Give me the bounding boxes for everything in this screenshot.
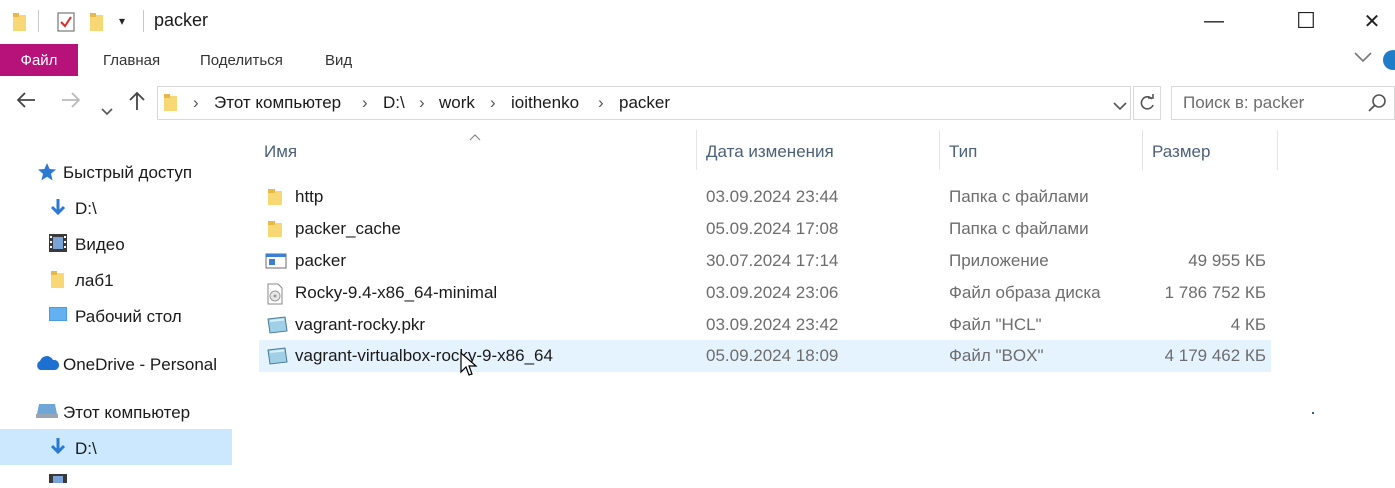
stray-pixel [1312,412,1314,414]
folder-icon [265,187,285,207]
breadcrumb-separator-icon[interactable]: › [419,93,425,113]
column-header-size[interactable]: Размер [1152,142,1210,162]
minimize-button[interactable]: — [1191,0,1237,42]
tab-view[interactable]: Вид [325,52,352,69]
sidebar-selection-highlight [0,429,232,465]
column-header-date[interactable]: Дата изменения [706,142,834,162]
title-bar: ▾ packer — ☐ ✕ [0,0,1395,44]
folder-icon [12,12,28,37]
file-name[interactable]: Rocky-9.4-x86_64-minimal [295,283,497,303]
breadcrumb-d-drive[interactable]: D:\ [383,93,405,113]
file-type: Папка с файлами [949,187,1089,206]
column-divider[interactable] [939,130,940,170]
column-header-name[interactable]: Имя [264,142,297,162]
column-divider[interactable] [1142,130,1143,170]
video-icon [48,233,68,258]
file-generic-icon [265,346,288,366]
file-name[interactable]: vagrant-rocky.pkr [295,315,425,335]
table-row[interactable]: Rocky-9.4-x86_64-minimal 03.09.2024 23:0… [259,277,1271,309]
sidebar-item-d-drive[interactable]: D:\ [75,199,97,219]
table-row[interactable]: packer 30.07.2024 17:14 Приложение 49 95… [259,245,1271,277]
breadcrumb-separator-icon[interactable]: › [598,93,604,113]
star-icon [37,162,57,187]
file-name[interactable]: vagrant-virtualbox-rocky-9-x86_64 [295,346,553,366]
file-type: Файл "BOX" [949,346,1044,365]
back-button[interactable] [15,90,37,116]
folder-icon [265,219,285,239]
application-icon [265,251,287,271]
breadcrumb-separator-icon[interactable]: › [193,93,199,113]
file-size: 4 КБ [1230,315,1266,334]
breadcrumb-ioithenko[interactable]: ioithenko [511,93,579,113]
close-button[interactable]: ✕ [1349,0,1395,42]
file-size: 1 786 752 КБ [1164,283,1266,302]
sort-ascending-icon [469,128,481,146]
table-row[interactable]: vagrant-virtualbox-rocky-9-x86_64 05.09.… [259,340,1271,372]
recent-locations-button[interactable] [101,96,113,122]
column-header-type[interactable]: Тип [949,142,977,162]
sidebar-item-video[interactable]: Видео [75,235,125,255]
expand-ribbon-icon[interactable] [1353,50,1373,69]
breadcrumb-packer[interactable]: packer [619,93,670,113]
desktop-icon [48,306,68,329]
refresh-button[interactable] [1133,86,1161,120]
up-button[interactable] [127,90,147,118]
file-type: Папка с файлами [949,219,1089,238]
properties-icon[interactable] [56,11,76,38]
sidebar-item-d-drive-selected[interactable]: D:\ [75,439,97,459]
sidebar-item-desktop[interactable]: Рабочий стол [75,307,182,327]
file-date: 03.09.2024 23:44 [706,187,839,206]
cloud-icon [34,355,60,376]
file-type: Приложение [949,251,1049,270]
file-type: Файл "HCL" [949,315,1042,334]
table-row[interactable]: packer_cache 05.09.2024 17:08 Папка с фа… [259,213,1271,245]
computer-icon [35,401,59,426]
file-size: 49 955 КБ [1188,251,1266,270]
breadcrumb-work[interactable]: work [439,93,475,113]
breadcrumb-this-pc[interactable]: Этот компьютер [214,93,341,113]
file-date: 05.09.2024 17:08 [706,219,839,238]
file-date: 05.09.2024 18:09 [706,346,839,365]
mouse-cursor-icon [460,351,478,383]
tab-file[interactable]: Файл [0,44,78,76]
folder-icon [163,92,179,117]
download-arrow-icon [49,437,67,462]
breadcrumb-separator-icon[interactable]: › [490,93,496,113]
file-name[interactable]: packer [295,251,346,271]
file-date: 03.09.2024 23:06 [706,283,839,302]
customize-qat-icon[interactable]: ▾ [119,14,125,28]
file-date: 03.09.2024 23:42 [706,315,839,334]
download-arrow-icon [49,198,67,223]
sidebar-item-this-pc[interactable]: Этот компьютер [63,403,190,423]
file-date: 30.07.2024 17:14 [706,251,839,270]
new-folder-icon[interactable] [88,11,106,38]
address-history-icon[interactable] [1113,98,1127,116]
forward-button[interactable] [60,90,82,116]
breadcrumb-separator-icon[interactable]: › [362,93,368,113]
table-row[interactable]: http 03.09.2024 23:44 Папка с файлами [259,181,1271,213]
file-name[interactable]: http [295,187,323,207]
sidebar-item-onedrive[interactable]: OneDrive - Personal [63,355,217,375]
file-type: Файл образа диска [949,283,1101,302]
sidebar-item-quick-access[interactable]: Быстрый доступ [63,163,192,183]
search-placeholder: Поиск в: packer [1183,93,1305,112]
tab-home[interactable]: Главная [103,52,160,69]
column-divider[interactable] [696,130,697,170]
maximize-button[interactable]: ☐ [1283,0,1329,42]
tab-share[interactable]: Поделиться [200,52,283,69]
sidebar-item-lab1[interactable]: лаб1 [75,271,114,291]
file-generic-icon [265,315,288,335]
column-divider[interactable] [1277,130,1278,170]
folder-icon [50,269,66,294]
video-icon [48,470,68,488]
search-icon[interactable] [1367,93,1387,118]
window-title: packer [154,10,209,30]
disc-image-icon [265,283,285,305]
file-name[interactable]: packer_cache [295,219,401,239]
table-row[interactable]: vagrant-rocky.pkr 03.09.2024 23:42 Файл … [259,309,1271,341]
file-size: 4 179 462 КБ [1164,346,1266,365]
